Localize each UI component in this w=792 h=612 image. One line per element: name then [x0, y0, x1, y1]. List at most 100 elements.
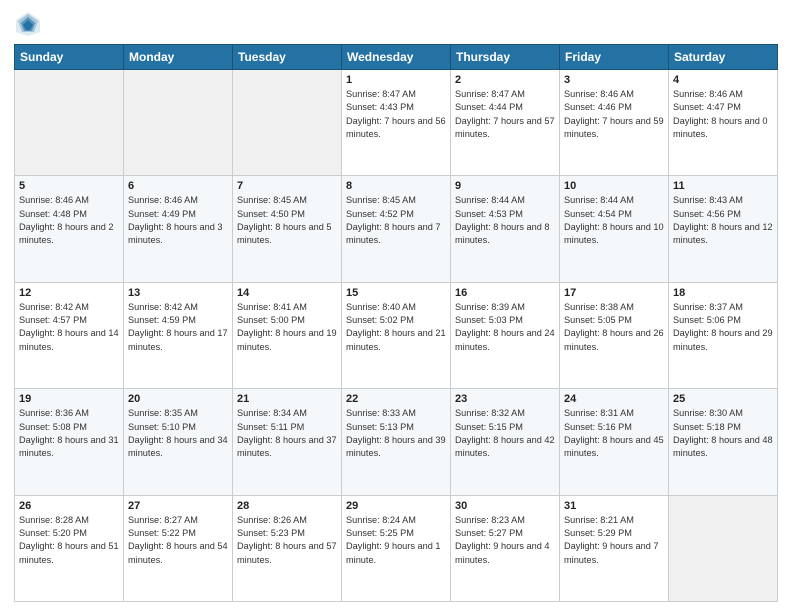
calendar-cell: 10 Sunrise: 8:44 AM Sunset: 4:54 PM Dayli… — [560, 176, 669, 282]
day-number: 20 — [128, 393, 228, 405]
day-info: Sunrise: 8:45 AM Sunset: 4:50 PM Dayligh… — [237, 194, 337, 247]
day-header-thursday: Thursday — [451, 45, 560, 70]
calendar-cell: 19 Sunrise: 8:36 AM Sunset: 5:08 PM Dayli… — [15, 389, 124, 495]
calendar-cell: 6Sunrise: 8:46 AM Sunset: 4:49 PM Daylig… — [124, 176, 233, 282]
day-info: Sunrise: 8:41 AM Sunset: 5:00 PM Dayligh… — [237, 301, 337, 354]
calendar-cell: 28 Sunrise: 8:26 AM Sunset: 5:23 PM Dayli… — [233, 495, 342, 601]
day-number: 7 — [237, 180, 337, 192]
calendar-cell: 11Sunrise: 8:43 AM Sunset: 4:56 PM Dayli… — [669, 176, 778, 282]
day-header-tuesday: Tuesday — [233, 45, 342, 70]
calendar-cell: 20 Sunrise: 8:35 AM Sunset: 5:10 PM Dayli… — [124, 389, 233, 495]
day-info: Sunrise: 8:42 AM Sunset: 4:57 PM Dayligh… — [19, 301, 119, 354]
day-number: 18 — [673, 287, 773, 299]
calendar-cell: 23Sunrise: 8:32 AM Sunset: 5:15 PM Dayli… — [451, 389, 560, 495]
calendar-cell — [15, 70, 124, 176]
header — [14, 10, 778, 38]
day-number: 4 — [673, 74, 773, 86]
calendar-cell: 27Sunrise: 8:27 AM Sunset: 5:22 PM Dayli… — [124, 495, 233, 601]
day-number: 12 — [19, 287, 119, 299]
calendar-cell: 29 Sunrise: 8:24 AM Sunset: 5:25 PM Dayli… — [342, 495, 451, 601]
day-number: 5 — [19, 180, 119, 192]
day-info: Sunrise: 8:36 AM Sunset: 5:08 PM Dayligh… — [19, 407, 119, 460]
day-info: Sunrise: 8:43 AM Sunset: 4:56 PM Dayligh… — [673, 194, 773, 247]
day-number: 6 — [128, 180, 228, 192]
day-number: 21 — [237, 393, 337, 405]
calendar-cell: 4 Sunrise: 8:46 AM Sunset: 4:47 PM Daylig… — [669, 70, 778, 176]
day-info: Sunrise: 8:44 AM Sunset: 4:53 PM Dayligh… — [455, 194, 555, 247]
week-row-4: 19 Sunrise: 8:36 AM Sunset: 5:08 PM Dayli… — [15, 389, 778, 495]
day-info: Sunrise: 8:23 AM Sunset: 5:27 PM Dayligh… — [455, 514, 555, 567]
day-info: Sunrise: 8:39 AM Sunset: 5:03 PM Dayligh… — [455, 301, 555, 354]
day-info: Sunrise: 8:35 AM Sunset: 5:10 PM Dayligh… — [128, 407, 228, 460]
week-row-3: 12 Sunrise: 8:42 AM Sunset: 4:57 PM Dayli… — [15, 282, 778, 388]
calendar-cell: 26Sunrise: 8:28 AM Sunset: 5:20 PM Dayli… — [15, 495, 124, 601]
calendar-cell: 15Sunrise: 8:40 AM Sunset: 5:02 PM Dayli… — [342, 282, 451, 388]
day-info: Sunrise: 8:24 AM Sunset: 5:25 PM Dayligh… — [346, 514, 446, 567]
day-number: 10 — [564, 180, 664, 192]
day-number: 16 — [455, 287, 555, 299]
day-info: Sunrise: 8:46 AM Sunset: 4:48 PM Dayligh… — [19, 194, 119, 247]
week-row-2: 5 Sunrise: 8:46 AM Sunset: 4:48 PM Daylig… — [15, 176, 778, 282]
day-number: 30 — [455, 500, 555, 512]
day-info: Sunrise: 8:45 AM Sunset: 4:52 PM Dayligh… — [346, 194, 446, 247]
day-info: Sunrise: 8:21 AM Sunset: 5:29 PM Dayligh… — [564, 514, 664, 567]
calendar-header-row: SundayMondayTuesdayWednesdayThursdayFrid… — [15, 45, 778, 70]
day-info: Sunrise: 8:32 AM Sunset: 5:15 PM Dayligh… — [455, 407, 555, 460]
day-info: Sunrise: 8:42 AM Sunset: 4:59 PM Dayligh… — [128, 301, 228, 354]
day-header-saturday: Saturday — [669, 45, 778, 70]
day-info: Sunrise: 8:46 AM Sunset: 4:47 PM Dayligh… — [673, 88, 773, 141]
day-number: 29 — [346, 500, 446, 512]
day-info: Sunrise: 8:47 AM Sunset: 4:44 PM Dayligh… — [455, 88, 555, 141]
calendar-cell — [669, 495, 778, 601]
day-number: 25 — [673, 393, 773, 405]
calendar-cell: 31 Sunrise: 8:21 AM Sunset: 5:29 PM Dayli… — [560, 495, 669, 601]
calendar-cell: 8 Sunrise: 8:45 AM Sunset: 4:52 PM Daylig… — [342, 176, 451, 282]
day-info: Sunrise: 8:26 AM Sunset: 5:23 PM Dayligh… — [237, 514, 337, 567]
day-number: 31 — [564, 500, 664, 512]
day-info: Sunrise: 8:40 AM Sunset: 5:02 PM Dayligh… — [346, 301, 446, 354]
day-number: 17 — [564, 287, 664, 299]
calendar-cell: 25 Sunrise: 8:30 AM Sunset: 5:18 PM Dayli… — [669, 389, 778, 495]
day-info: Sunrise: 8:34 AM Sunset: 5:11 PM Dayligh… — [237, 407, 337, 460]
logo — [14, 10, 46, 38]
day-number: 14 — [237, 287, 337, 299]
calendar-cell: 30 Sunrise: 8:23 AM Sunset: 5:27 PM Dayli… — [451, 495, 560, 601]
day-info: Sunrise: 8:47 AM Sunset: 4:43 PM Dayligh… — [346, 88, 446, 141]
calendar-table: SundayMondayTuesdayWednesdayThursdayFrid… — [14, 44, 778, 602]
calendar-cell: 22 Sunrise: 8:33 AM Sunset: 5:13 PM Dayli… — [342, 389, 451, 495]
day-info: Sunrise: 8:38 AM Sunset: 5:05 PM Dayligh… — [564, 301, 664, 354]
day-number: 9 — [455, 180, 555, 192]
day-number: 19 — [19, 393, 119, 405]
day-info: Sunrise: 8:37 AM Sunset: 5:06 PM Dayligh… — [673, 301, 773, 354]
calendar-cell — [233, 70, 342, 176]
calendar-cell: 1Sunrise: 8:47 AM Sunset: 4:43 PM Daylig… — [342, 70, 451, 176]
day-info: Sunrise: 8:33 AM Sunset: 5:13 PM Dayligh… — [346, 407, 446, 460]
day-number: 28 — [237, 500, 337, 512]
calendar-cell: 12 Sunrise: 8:42 AM Sunset: 4:57 PM Dayli… — [15, 282, 124, 388]
day-header-monday: Monday — [124, 45, 233, 70]
day-header-sunday: Sunday — [15, 45, 124, 70]
day-info: Sunrise: 8:28 AM Sunset: 5:20 PM Dayligh… — [19, 514, 119, 567]
calendar-cell: 2 Sunrise: 8:47 AM Sunset: 4:44 PM Daylig… — [451, 70, 560, 176]
calendar-cell: 5 Sunrise: 8:46 AM Sunset: 4:48 PM Daylig… — [15, 176, 124, 282]
day-info: Sunrise: 8:44 AM Sunset: 4:54 PM Dayligh… — [564, 194, 664, 247]
calendar-cell: 9 Sunrise: 8:44 AM Sunset: 4:53 PM Daylig… — [451, 176, 560, 282]
logo-icon — [14, 10, 42, 38]
calendar-cell — [124, 70, 233, 176]
week-row-5: 26Sunrise: 8:28 AM Sunset: 5:20 PM Dayli… — [15, 495, 778, 601]
day-header-wednesday: Wednesday — [342, 45, 451, 70]
day-number: 2 — [455, 74, 555, 86]
page: SundayMondayTuesdayWednesdayThursdayFrid… — [0, 0, 792, 612]
day-number: 22 — [346, 393, 446, 405]
day-info: Sunrise: 8:27 AM Sunset: 5:22 PM Dayligh… — [128, 514, 228, 567]
day-info: Sunrise: 8:30 AM Sunset: 5:18 PM Dayligh… — [673, 407, 773, 460]
calendar-cell: 7 Sunrise: 8:45 AM Sunset: 4:50 PM Daylig… — [233, 176, 342, 282]
day-info: Sunrise: 8:46 AM Sunset: 4:46 PM Dayligh… — [564, 88, 664, 141]
day-number: 13 — [128, 287, 228, 299]
calendar-cell: 16 Sunrise: 8:39 AM Sunset: 5:03 PM Dayli… — [451, 282, 560, 388]
day-header-friday: Friday — [560, 45, 669, 70]
calendar-cell: 13 Sunrise: 8:42 AM Sunset: 4:59 PM Dayli… — [124, 282, 233, 388]
calendar-cell: 18 Sunrise: 8:37 AM Sunset: 5:06 PM Dayli… — [669, 282, 778, 388]
day-number: 8 — [346, 180, 446, 192]
day-info: Sunrise: 8:31 AM Sunset: 5:16 PM Dayligh… — [564, 407, 664, 460]
